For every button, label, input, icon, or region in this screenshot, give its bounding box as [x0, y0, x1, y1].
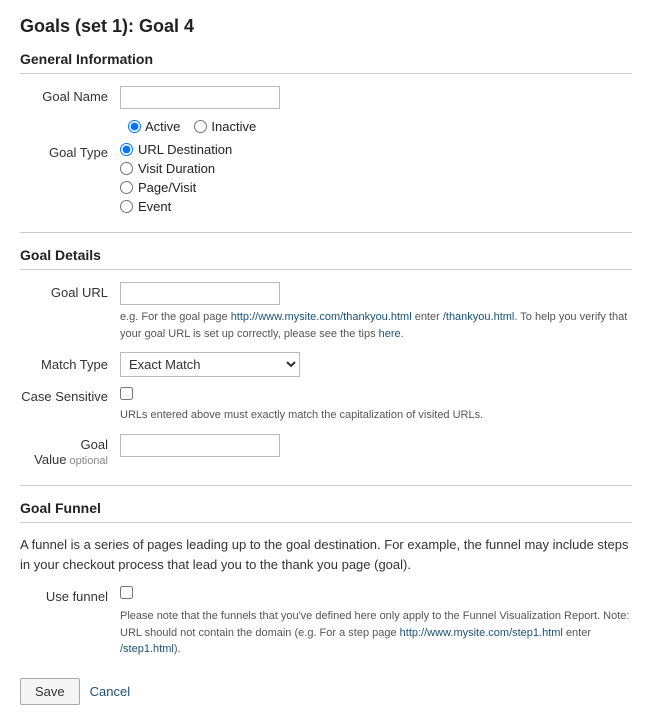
funnel-hint-middle: enter	[563, 627, 591, 639]
case-sensitive-row: Case Sensitive URLs entered above must e…	[20, 387, 632, 424]
goal-type-pages-text: Page/Visit	[138, 180, 196, 195]
match-type-content: Exact Match Head Match Regular Expressio…	[120, 352, 300, 377]
goal-type-visit-radio[interactable]	[120, 162, 133, 175]
goal-details-section: Goal Details Goal URL e.g. For the goal …	[20, 247, 632, 467]
goal-type-pages-radio[interactable]	[120, 181, 133, 194]
funnel-hint-link2[interactable]: /step1.html	[120, 643, 174, 655]
general-information-section: General Information Goal Name Active Ina…	[20, 51, 632, 214]
active-radio[interactable]	[128, 120, 141, 133]
funnel-hint-link1[interactable]: http://www.mysite.com/step1.html	[400, 627, 563, 639]
hint-link1[interactable]: http://www.mysite.com/thankyou.html	[231, 311, 412, 323]
goal-type-event-label[interactable]: Event	[120, 199, 632, 214]
goal-value-content	[120, 434, 632, 457]
goal-value-label: Goal Valueoptional	[20, 434, 120, 467]
hint-link3[interactable]: here	[379, 328, 401, 340]
goal-name-content	[120, 86, 632, 109]
match-type-select[interactable]: Exact Match Head Match Regular Expressio…	[120, 352, 300, 377]
goal-name-row: Goal Name	[20, 86, 632, 109]
goal-type-visit-text: Visit Duration	[138, 161, 215, 176]
case-sensitive-content: URLs entered above must exactly match th…	[120, 387, 483, 424]
funnel-hint-end: ).	[174, 643, 181, 655]
cancel-button[interactable]: Cancel	[90, 684, 130, 699]
section-divider-1	[20, 232, 632, 233]
hint-before: e.g. For the goal page	[120, 311, 231, 323]
goal-type-visit-label[interactable]: Visit Duration	[120, 161, 632, 176]
goal-funnel-section: Goal Funnel A funnel is a series of page…	[20, 500, 632, 658]
case-sensitive-hint: URLs entered above must exactly match th…	[120, 407, 483, 424]
goal-url-content: e.g. For the goal page http://www.mysite…	[120, 282, 632, 342]
goal-name-input[interactable]	[120, 86, 280, 109]
match-type-row: Match Type Exact Match Head Match Regula…	[20, 352, 632, 377]
use-funnel-label: Use funnel	[20, 586, 120, 604]
case-sensitive-label: Case Sensitive	[20, 387, 120, 404]
inactive-radio-label[interactable]: Inactive	[194, 119, 256, 134]
footer-buttons: Save Cancel	[20, 678, 632, 705]
inactive-radio[interactable]	[194, 120, 207, 133]
goal-details-header: Goal Details	[20, 247, 632, 270]
active-radio-label[interactable]: Active	[128, 119, 180, 134]
goal-url-row: Goal URL e.g. For the goal page http://w…	[20, 282, 632, 342]
goal-type-label: Goal Type	[20, 142, 120, 160]
goal-url-hint: e.g. For the goal page http://www.mysite…	[120, 309, 632, 342]
use-funnel-checkbox[interactable]	[120, 586, 133, 599]
match-type-label: Match Type	[20, 357, 120, 372]
active-label: Active	[145, 119, 180, 134]
goal-type-url-text: URL Destination	[138, 142, 232, 157]
goal-type-url-radio[interactable]	[120, 143, 133, 156]
hint-middle: enter	[412, 311, 443, 323]
funnel-hint: Please note that the funnels that you've…	[120, 608, 632, 658]
general-information-header: General Information	[20, 51, 632, 74]
goal-type-event-text: Event	[138, 199, 171, 214]
goal-funnel-header: Goal Funnel	[20, 500, 632, 523]
goal-url-input[interactable]	[120, 282, 280, 305]
inactive-label: Inactive	[211, 119, 256, 134]
goal-url-label: Goal URL	[20, 282, 120, 300]
hint-end: .	[401, 328, 404, 340]
goal-value-optional: optional	[69, 455, 108, 467]
goal-type-pages-label[interactable]: Page/Visit	[120, 180, 632, 195]
case-sensitive-checkbox[interactable]	[120, 387, 133, 400]
save-button[interactable]: Save	[20, 678, 80, 705]
section-divider-2	[20, 485, 632, 486]
goal-funnel-description: A funnel is a series of pages leading up…	[20, 535, 632, 577]
goal-name-label: Goal Name	[20, 86, 120, 104]
goal-type-row: Goal Type URL Destination Visit Duration…	[20, 142, 632, 214]
use-funnel-row: Use funnel Please note that the funnels …	[20, 586, 632, 658]
goal-value-input[interactable]	[120, 434, 280, 457]
hint-link2[interactable]: /thankyou.html	[443, 311, 515, 323]
goal-value-row: Goal Valueoptional	[20, 434, 632, 467]
goal-type-url-label[interactable]: URL Destination	[120, 142, 632, 157]
use-funnel-content: Please note that the funnels that you've…	[120, 586, 632, 658]
page-title: Goals (set 1): Goal 4	[20, 16, 632, 37]
goal-type-event-radio[interactable]	[120, 200, 133, 213]
status-row: Active Inactive	[128, 119, 632, 134]
goal-type-options: URL Destination Visit Duration Page/Visi…	[120, 142, 632, 214]
